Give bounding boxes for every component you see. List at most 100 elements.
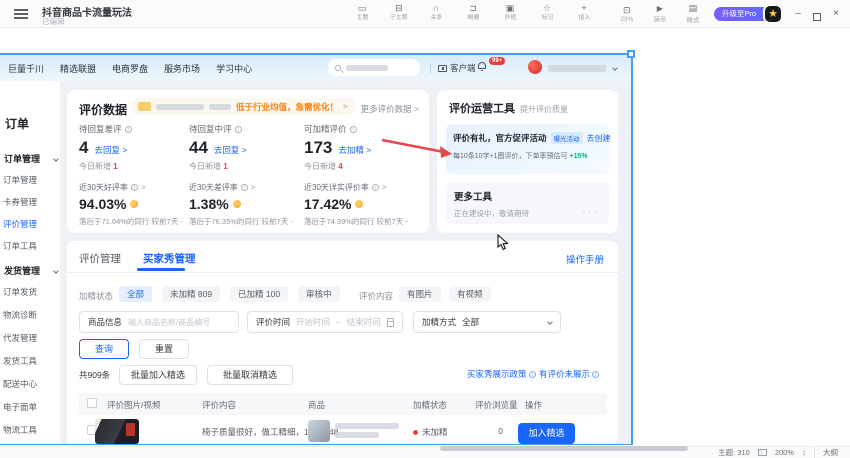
sidebar-item-order-tools[interactable]: 订单工具	[3, 240, 37, 252]
zoom-updown-icon[interactable]: ↕	[802, 448, 806, 457]
info-icon[interactable]: i	[372, 184, 379, 191]
zoom-level-button[interactable]: ⊡23%	[615, 5, 639, 23]
present-button[interactable]: ▶演示	[648, 4, 672, 23]
go-feature-link[interactable]: 去加精 >	[338, 144, 371, 156]
query-button[interactable]: 查询	[79, 339, 129, 359]
info-icon: i	[529, 371, 536, 378]
go-reply-link[interactable]: 去回复 >	[94, 144, 127, 156]
table-row[interactable]: 椅子质量很好，做工精细，1.7米148 未加精 0 加入精选	[79, 415, 606, 444]
select-all-checkbox[interactable]	[87, 398, 97, 408]
review-media-thumbnail[interactable]	[95, 419, 139, 444]
topic-button[interactable]: ▭主题	[349, 3, 375, 22]
sidebar-item-logistics-tools[interactable]: 物流工具	[3, 424, 37, 436]
info-icon[interactable]: i	[350, 126, 357, 133]
info-icon[interactable]: i	[125, 126, 132, 133]
red-annotation-arrow[interactable]	[378, 133, 462, 165]
product-search-input[interactable]: 商品信息 输入商品名称/商品编号	[79, 311, 239, 333]
batch-add-button[interactable]: 批量加入精选	[119, 365, 197, 385]
not-shown-link[interactable]: 有评价未展示i	[539, 368, 599, 380]
sidebar-item-ship-tools[interactable]: 发货工具	[3, 355, 37, 367]
info-icon[interactable]: i	[131, 184, 138, 191]
review-time-range-input[interactable]: 评价时间 开始时间 – 结束时间	[247, 311, 403, 333]
total-count: 共909条	[79, 369, 110, 381]
nav-xuexizhongxin[interactable]: 学习中心	[216, 62, 252, 75]
minimap-icon[interactable]	[758, 449, 767, 456]
boundary-button[interactable]: ▣外框	[497, 3, 523, 22]
screenshot-image[interactable]: 巨量千川 精选联盟 电商罗盘 服务市场 学习中心 客户端 99+	[0, 55, 631, 444]
relation-icon: ∩	[433, 3, 439, 14]
go-reply-link[interactable]: 去回复 >	[214, 144, 247, 156]
add-to-featured-button[interactable]: 加入精选	[518, 423, 575, 444]
chip-all[interactable]: 全部	[119, 286, 152, 302]
blurred-shop-name	[548, 65, 606, 72]
selection-resize-handle[interactable]	[627, 50, 635, 58]
sidebar-group-order[interactable]: 订单管理	[4, 152, 58, 165]
sidebar-item-card-coupon[interactable]: 卡券管理	[3, 196, 37, 208]
chip-not-featured[interactable]: 未加精 809	[162, 286, 220, 302]
create-link[interactable]: 去创建	[587, 133, 611, 144]
summary-button[interactable]: ⊐概要	[460, 3, 486, 22]
manual-link[interactable]: 操作手册	[566, 252, 604, 266]
hamburger-menu-icon[interactable]	[14, 9, 28, 19]
close-button[interactable]: ×	[830, 4, 842, 24]
subtopic-icon: ⊟	[395, 3, 403, 14]
nav-juliangqianchuan[interactable]: 巨量千川	[8, 62, 44, 75]
sidebar-group-shipping[interactable]: 发货管理	[4, 264, 58, 277]
topic-icon: ▭	[358, 3, 367, 14]
exposure-badge: 曝光活动	[551, 132, 583, 144]
relation-button[interactable]: ∩关系	[423, 3, 449, 22]
info-icon[interactable]: i	[235, 126, 242, 133]
calendar-icon	[387, 318, 394, 327]
outline-button[interactable]: 大纲	[814, 447, 838, 458]
industry-warning-banner[interactable]: 低于行业均值，急需优化！ >	[130, 98, 356, 115]
format-button[interactable]: ▤格式	[681, 3, 705, 24]
reset-button[interactable]: 重置	[139, 339, 189, 359]
minimize-button[interactable]: –	[792, 4, 804, 24]
batch-remove-button[interactable]: 批量取消精选	[207, 365, 293, 385]
shop-avatar[interactable]	[528, 60, 542, 74]
nav-dianshangluopan[interactable]: 电商罗盘	[112, 62, 148, 75]
info-icon[interactable]: i	[241, 184, 248, 191]
titlebar: 抖音商品卡流量玩法 已编辑 ▭主题 ⊟子主题 ∩关系 ⊐概要 ▣外框 ☆标记 +…	[0, 0, 850, 28]
app-logo-icon: ★	[763, 4, 783, 24]
sidebar-item-logistics-diagnosis[interactable]: 物流诊断	[3, 309, 37, 321]
stat-bad-reviews: 待回复差评i 4去回复 > 今日新增 1	[79, 123, 132, 172]
promo-review-gift[interactable]: 评价有礼，官方促评活动 曝光活动 去创建 每10条10字+1图评价，下单率预估可…	[446, 124, 609, 174]
client-download-button[interactable]: 客户端	[438, 62, 476, 74]
marker-button[interactable]: ☆标记	[534, 3, 560, 22]
app-window: 抖音商品卡流量玩法 已编辑 ▭主题 ⊟子主题 ∩关系 ⊐概要 ▣外框 ☆标记 +…	[0, 0, 850, 458]
chevron-down-icon[interactable]	[612, 65, 618, 71]
chip-has-video[interactable]: 有视频	[449, 286, 491, 302]
horizontal-scrollbar[interactable]	[440, 446, 688, 451]
sidebar-item-review-manage[interactable]: 评价管理	[3, 218, 37, 230]
chip-reviewing[interactable]: 审核中	[298, 286, 340, 302]
tab-buyer-show[interactable]: 买家秀管理	[143, 251, 196, 266]
display-policy-link[interactable]: 买家秀展示政策i	[467, 368, 536, 380]
sidebar-item-order-ship[interactable]: 订单发货	[3, 286, 37, 298]
insert-button[interactable]: +插入	[571, 3, 597, 22]
feature-mode-select[interactable]: 加精方式 全部	[413, 311, 561, 333]
sidebar-item-consign-manage[interactable]: 代发管理	[3, 332, 37, 344]
chevron-down-icon	[53, 156, 59, 162]
sidebar-item-order-manage[interactable]: 订单管理	[3, 174, 37, 186]
search-input[interactable]	[328, 59, 420, 76]
more-review-data-link[interactable]: 更多评价数据 >	[361, 103, 419, 115]
sidebar-item-delivery-center[interactable]: 配送中心	[3, 378, 37, 390]
topic-count: 主题: 310	[718, 447, 750, 458]
restore-button[interactable]	[813, 13, 821, 21]
review-data-card: 评价数据 低于行业均值，急需优化！ > 更多评价数据 > 待回复差评i 4去回复…	[67, 90, 429, 233]
subtopic-button[interactable]: ⊟子主题	[386, 3, 412, 22]
tab-review-manage[interactable]: 评价管理	[79, 251, 121, 266]
chevron-right: >	[343, 102, 348, 111]
notifications-button[interactable]	[478, 62, 486, 69]
chip-has-image[interactable]: 有图片	[399, 286, 441, 302]
nav-jingxuanlianmeng[interactable]: 精选联盟	[60, 62, 96, 75]
zoom-level[interactable]: 200%	[775, 448, 794, 457]
nav-fuwushichang[interactable]: 服务市场	[164, 62, 200, 75]
chip-featured[interactable]: 已加精 100	[230, 286, 288, 302]
sidebar-item-e-waybill[interactable]: 电子面单	[3, 401, 37, 413]
active-tab-underline	[137, 268, 185, 271]
panel-title: 评价运营工具	[449, 100, 515, 116]
selection-border-right[interactable]	[631, 53, 633, 445]
card-title: 评价数据	[79, 101, 127, 118]
